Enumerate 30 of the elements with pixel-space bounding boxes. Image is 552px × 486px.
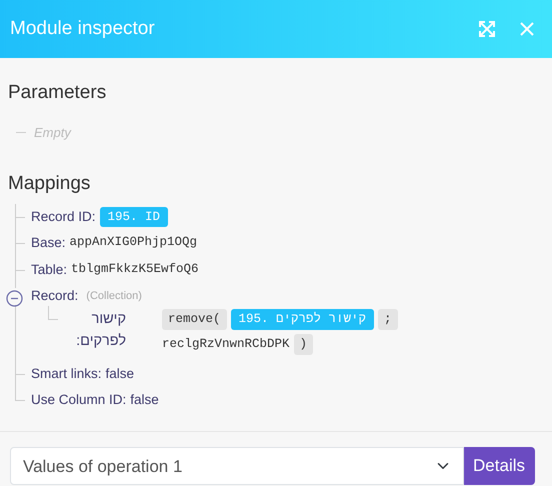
empty-text: Empty	[34, 124, 71, 140]
section-title: Mappings	[8, 172, 92, 196]
tree-connector	[15, 230, 25, 257]
field-label: Use Column ID:	[31, 390, 126, 409]
function-token: ;	[378, 309, 398, 330]
tree-connector	[15, 204, 25, 230]
field-label: Record:	[31, 286, 78, 305]
function-token: remove(	[162, 309, 227, 330]
expand-icon[interactable]	[478, 20, 496, 38]
window-title: Module inspector	[10, 16, 155, 41]
value-text: appAnXIG0Phjp1OQg	[70, 234, 198, 252]
section-title: Parameters	[8, 82, 108, 105]
value-text: reclgRzVnwnRCbDPK	[162, 336, 290, 353]
details-button[interactable]: Details	[463, 447, 535, 486]
value-text: tblgmFkkzK5EwfoQ6	[71, 260, 199, 278]
field-label: Smart links:	[31, 364, 102, 383]
mapped-variable-tag: 195. קישור לפרקים	[230, 309, 374, 330]
collection-note: (Collection)	[86, 288, 142, 304]
function-token: )	[294, 334, 314, 355]
field-label: Base:	[31, 234, 66, 252]
close-icon[interactable]	[520, 22, 534, 36]
value-text: false	[130, 390, 159, 409]
tree-connector	[48, 306, 58, 320]
field-label: Record ID:	[31, 208, 96, 226]
field-label: Table:	[31, 260, 68, 279]
field-label: קישור לפרקים:	[75, 310, 126, 351]
mapped-variable-tag: 195. ID	[100, 206, 168, 228]
value-text: false	[106, 364, 134, 383]
collapse-icon[interactable]	[6, 288, 23, 305]
operation-select[interactable]: Values of operation 1	[10, 447, 464, 486]
